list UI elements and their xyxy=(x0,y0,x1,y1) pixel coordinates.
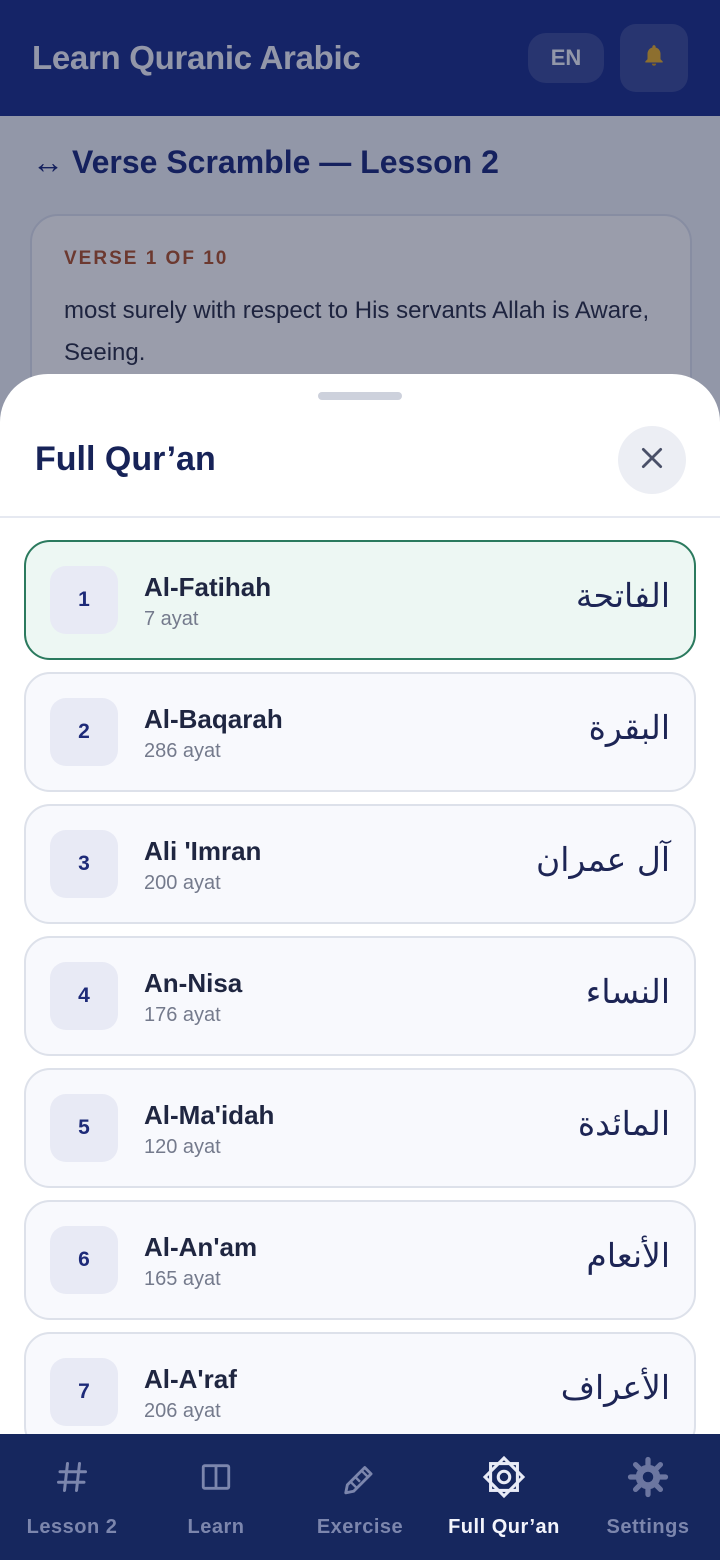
surah-number: 1 xyxy=(50,566,118,634)
surah-name: Al-Fatihah xyxy=(144,572,272,602)
surah-arabic-name: المائدة xyxy=(577,1104,670,1143)
close-button[interactable] xyxy=(618,426,686,494)
surah-ayat-count: 165 ayat xyxy=(144,1268,221,1290)
surah-name: Ali 'Imran xyxy=(144,836,262,866)
surah-number: 5 xyxy=(50,1094,118,1162)
surah-list: 1 Al-Fatihah 7 ayat الفاتحة 2 Al-Baqarah… xyxy=(24,540,696,1464)
surah-arabic-name: النساء xyxy=(585,972,670,1011)
surah-name: Al-Ma'idah xyxy=(144,1100,275,1130)
surah-ayat-count: 120 ayat xyxy=(144,1136,221,1158)
nav-label: Learn xyxy=(187,1516,245,1538)
nav-label: Full Qur’an xyxy=(448,1516,560,1538)
nav-item-full-quran[interactable]: Full Qur’an xyxy=(432,1434,576,1560)
surah-ayat-count: 176 ayat xyxy=(144,1004,221,1026)
nav-label: Settings xyxy=(606,1516,690,1538)
sheet-title: Full Qur’an xyxy=(35,440,216,478)
surah-ayat-count: 286 ayat xyxy=(144,740,221,762)
nav-item-settings[interactable]: Settings xyxy=(576,1434,720,1560)
surah-name: Al-A'raf xyxy=(144,1364,237,1394)
full-quran-sheet: Full Qur’an 1 Al-Fatihah 7 ayat الفاتحة … xyxy=(0,374,720,1560)
nav-label: Lesson 2 xyxy=(26,1516,118,1538)
surah-arabic-name: الفاتحة xyxy=(575,576,670,615)
pencil-icon xyxy=(341,1454,379,1500)
surah-number: 2 xyxy=(50,698,118,766)
surah-arabic-name: الأنعام xyxy=(586,1236,670,1275)
close-icon xyxy=(639,445,665,476)
surah-row[interactable]: 5 Al-Ma'idah 120 ayat المائدة xyxy=(24,1068,696,1188)
surah-number: 6 xyxy=(50,1226,118,1294)
surah-name: An-Nisa xyxy=(144,968,243,998)
surah-arabic-name: الأعراف xyxy=(560,1368,670,1407)
surah-ayat-count: 200 ayat xyxy=(144,872,221,894)
surah-ayat-count: 206 ayat xyxy=(144,1400,221,1422)
surah-row[interactable]: 3 Ali 'Imran 200 ayat آل عمران xyxy=(24,804,696,924)
surah-arabic-name: آل عمران xyxy=(535,840,670,879)
surah-arabic-name: البقرة xyxy=(588,708,670,747)
surah-number: 3 xyxy=(50,830,118,898)
surah-ayat-count: 7 ayat xyxy=(144,608,199,630)
sheet-drag-handle[interactable] xyxy=(318,392,402,400)
surah-row[interactable]: 2 Al-Baqarah 286 ayat البقرة xyxy=(24,672,696,792)
book-icon xyxy=(199,1454,233,1500)
surah-row[interactable]: 4 An-Nisa 176 ayat النساء xyxy=(24,936,696,1056)
star-icon xyxy=(481,1454,527,1500)
nav-item-lesson[interactable]: Lesson 2 xyxy=(0,1434,144,1560)
surah-row[interactable]: 1 Al-Fatihah 7 ayat الفاتحة xyxy=(24,540,696,660)
bottom-nav: Lesson 2 Learn Exercise Full Qur’an Sett… xyxy=(0,1434,720,1560)
surah-number: 4 xyxy=(50,962,118,1030)
surah-name: Al-Baqarah xyxy=(144,704,283,734)
nav-label: Exercise xyxy=(316,1516,404,1538)
gear-icon xyxy=(627,1454,669,1500)
surah-name: Al-An'am xyxy=(144,1232,258,1262)
nav-item-learn[interactable]: Learn xyxy=(144,1434,288,1560)
hash-icon xyxy=(54,1454,90,1500)
surah-number: 7 xyxy=(50,1358,118,1426)
nav-item-exercise[interactable]: Exercise xyxy=(288,1434,432,1560)
sheet-header: Full Qur’an xyxy=(0,426,720,518)
surah-row[interactable]: 6 Al-An'am 165 ayat الأنعام xyxy=(24,1200,696,1320)
